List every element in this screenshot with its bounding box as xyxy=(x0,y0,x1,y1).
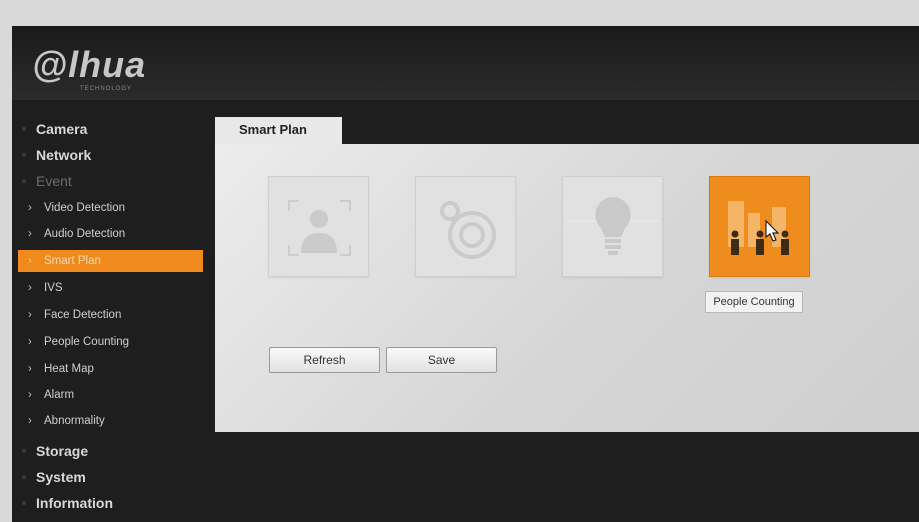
chevron-right-icon: › xyxy=(28,282,32,294)
sidebar-item-label: Smart Plan xyxy=(44,255,101,267)
sidebar-item-abnormality[interactable]: › Abnormality xyxy=(28,410,204,432)
chevron-right-icon: › xyxy=(28,336,32,348)
nav-camera[interactable]: Camera xyxy=(22,118,88,140)
header-bar: @lhua TECHNOLOGY xyxy=(12,26,919,100)
sidebar-item-face-detection[interactable]: › Face Detection xyxy=(28,304,204,326)
people-counting-icon xyxy=(728,201,789,255)
nav-information[interactable]: Information xyxy=(22,492,113,514)
sidebar-item-label: Alarm xyxy=(44,389,75,401)
dahua-logo-icon: @lhua xyxy=(32,44,146,85)
brand-logo: @lhua xyxy=(32,44,192,85)
bullet-icon xyxy=(22,501,26,505)
bullet-icon xyxy=(22,475,26,479)
nav-label: Camera xyxy=(36,121,88,137)
chevron-right-icon: › xyxy=(28,309,32,321)
sidebar-nav: Camera Network Event › Video Detection › A… xyxy=(12,110,203,522)
sidebar-item-label: Heat Map xyxy=(44,363,94,375)
nav-label: Network xyxy=(36,147,92,163)
target-icon xyxy=(440,201,496,259)
chevron-right-icon: › xyxy=(28,202,32,214)
nav-system[interactable]: System xyxy=(22,466,86,488)
lightbulb-icon xyxy=(567,197,660,255)
sidebar-item-people-counting[interactable]: › People Counting xyxy=(28,331,204,353)
sidebar-item-ivs[interactable]: › IVS xyxy=(28,277,204,299)
nav-label: Storage xyxy=(36,443,89,459)
sidebar-item-label: IVS xyxy=(44,282,63,294)
bullet-icon xyxy=(22,153,26,157)
sidebar-item-alarm[interactable]: › Alarm xyxy=(28,384,204,406)
chevron-right-icon: › xyxy=(28,363,32,375)
nav-label: System xyxy=(36,469,86,485)
nav-label: Event xyxy=(36,173,72,189)
app-window: @lhua TECHNOLOGY Camera Network Event › V… xyxy=(12,26,919,522)
face-detection-icon xyxy=(288,200,351,256)
sidebar-item-audio-detection[interactable]: › Audio Detection xyxy=(28,223,204,245)
sidebar-item-label: Face Detection xyxy=(44,309,122,321)
nav-network[interactable]: Network xyxy=(22,144,92,166)
people-counting-tile[interactable] xyxy=(709,176,810,277)
sidebar-item-smart-plan[interactable]: › Smart Plan xyxy=(18,250,203,272)
nav-label: Information xyxy=(36,495,113,511)
target-tile[interactable] xyxy=(415,176,516,277)
chevron-right-icon: › xyxy=(28,255,32,267)
save-button[interactable]: Save xyxy=(386,347,497,373)
sidebar-item-label: People Counting xyxy=(44,336,130,348)
bullet-icon xyxy=(22,179,26,183)
sidebar-item-label: Video Detection xyxy=(44,202,125,214)
bullet-icon xyxy=(22,127,26,131)
chevron-right-icon: › xyxy=(28,415,32,427)
tooltip-people-counting: People Counting xyxy=(705,291,803,313)
sidebar-item-label: Audio Detection xyxy=(44,228,126,240)
sidebar-item-video-detection[interactable]: › Video Detection xyxy=(28,197,204,219)
sidebar-item-heat-map[interactable]: › Heat Map xyxy=(28,358,204,380)
face-detection-tile[interactable] xyxy=(268,176,369,277)
brand-logo-subtitle: TECHNOLOGY xyxy=(80,86,133,92)
tab-smart-plan[interactable]: Smart Plan xyxy=(215,117,342,144)
nav-event[interactable]: Event xyxy=(22,170,72,192)
smart-plan-panel: People Counting Refresh Save xyxy=(215,144,919,432)
chevron-right-icon: › xyxy=(28,389,32,401)
svg-text:@lhua: @lhua xyxy=(32,44,146,85)
lightbulb-tile[interactable] xyxy=(562,176,663,277)
refresh-button[interactable]: Refresh xyxy=(269,347,380,373)
sidebar-item-label: Abnormality xyxy=(44,415,105,427)
chevron-right-icon: › xyxy=(28,228,32,240)
nav-storage[interactable]: Storage xyxy=(22,440,89,462)
bullet-icon xyxy=(22,449,26,453)
